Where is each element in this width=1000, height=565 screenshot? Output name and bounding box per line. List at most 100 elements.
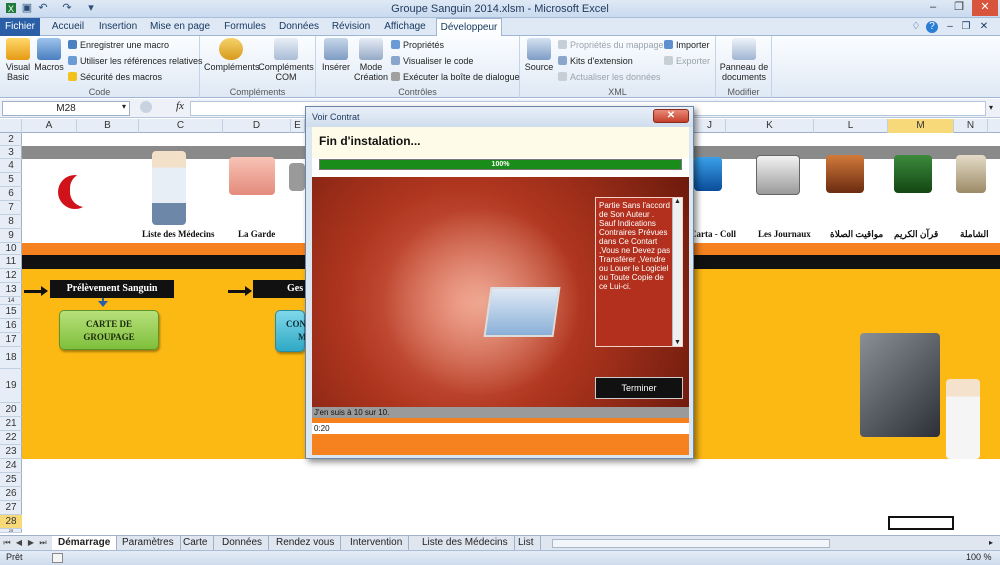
tab-developer[interactable]: Développeur bbox=[436, 18, 502, 37]
insert-control-button[interactable]: Insérer bbox=[320, 38, 352, 72]
design-mode-button[interactable]: Mode Création bbox=[354, 38, 388, 82]
notice-scrollbar[interactable]: ▲ ▼ bbox=[672, 198, 682, 346]
tab-review[interactable]: Révision bbox=[328, 18, 374, 36]
first-sheet-icon[interactable]: ⏮ bbox=[2, 538, 12, 548]
scroll-down-icon[interactable]: ▼ bbox=[673, 339, 682, 346]
row-header[interactable]: 8 bbox=[0, 215, 22, 229]
label-medecins[interactable]: Liste des Médecins bbox=[142, 229, 215, 239]
document-panel-button[interactable]: Panneau de documents bbox=[718, 38, 770, 82]
row-header[interactable]: 3 bbox=[0, 146, 22, 159]
row-header[interactable]: 29 bbox=[0, 529, 22, 533]
doc-restore-icon[interactable]: ❐ bbox=[960, 18, 972, 36]
label-carta[interactable]: Carta - Coll bbox=[690, 229, 736, 239]
column-header[interactable]: A bbox=[22, 119, 77, 133]
prev-sheet-icon[interactable]: ◀ bbox=[14, 538, 24, 547]
row-header[interactable]: 18 bbox=[0, 347, 22, 369]
macro-record-icon[interactable] bbox=[52, 553, 63, 563]
carte-groupage-button[interactable]: CARTE DE GROUPAGE bbox=[59, 310, 159, 350]
row-header[interactable]: 4 bbox=[0, 159, 22, 173]
import-button[interactable]: Importer bbox=[664, 40, 710, 50]
label-prayer-times[interactable]: مواقيت الصلاة bbox=[830, 229, 883, 240]
selected-cell[interactable] bbox=[888, 516, 954, 530]
addins-button[interactable]: Compléments bbox=[204, 38, 260, 72]
row-header[interactable]: 17 bbox=[0, 333, 22, 347]
doctor-icon[interactable] bbox=[152, 151, 186, 225]
column-header[interactable]: K bbox=[726, 119, 814, 133]
quran-icon[interactable] bbox=[894, 155, 932, 193]
row-header[interactable]: 23 bbox=[0, 445, 22, 459]
row-header[interactable]: 15 bbox=[0, 305, 22, 319]
sheet-tab-carte[interactable]: Carte bbox=[177, 536, 215, 551]
minimize-icon[interactable]: – bbox=[920, 0, 946, 16]
column-header[interactable]: J bbox=[694, 119, 726, 133]
sheet-tab-rendez-vous[interactable]: Rendez vous bbox=[270, 536, 342, 551]
restore-icon[interactable]: ❐ bbox=[946, 0, 972, 16]
column-header[interactable]: C bbox=[139, 119, 223, 133]
prayer-times-icon[interactable] bbox=[826, 155, 864, 193]
label-shamila[interactable]: الشاملة bbox=[960, 229, 989, 240]
tab-home[interactable]: Accueil bbox=[46, 18, 90, 36]
label-garde[interactable]: La Garde bbox=[238, 229, 275, 239]
tab-formulas[interactable]: Formules bbox=[220, 18, 270, 36]
view-code-button[interactable]: Visualiser le code bbox=[391, 56, 473, 66]
refresh-data-button[interactable]: Actualiser les données bbox=[558, 72, 661, 82]
macros-button[interactable]: Macros bbox=[34, 38, 64, 72]
row-header[interactable]: 5 bbox=[0, 173, 22, 187]
sheet-tab-donnees[interactable]: Données bbox=[216, 536, 270, 551]
row-header[interactable]: 10 bbox=[0, 243, 22, 255]
sheet-tab-liste-medecins[interactable]: Liste des Médecins bbox=[416, 536, 515, 551]
zoom-level[interactable]: 100 % bbox=[966, 552, 992, 562]
row-header[interactable]: 9 bbox=[0, 229, 22, 243]
finish-button[interactable]: Terminer bbox=[595, 377, 683, 399]
newspaper-icon[interactable] bbox=[756, 155, 800, 195]
row-header[interactable]: 7 bbox=[0, 201, 22, 215]
row-header[interactable]: 6 bbox=[0, 187, 22, 201]
com-addins-button[interactable]: Compléments COM bbox=[258, 38, 314, 82]
row-header[interactable]: 11 bbox=[0, 255, 22, 269]
row-header[interactable]: 12 bbox=[0, 269, 22, 283]
insert-function-icon[interactable]: fx bbox=[176, 100, 184, 112]
tab-file[interactable]: Fichier bbox=[0, 18, 40, 36]
sheet-tab-parametres[interactable]: Paramètres bbox=[116, 536, 181, 551]
expansion-packs-button[interactable]: Kits d'extension bbox=[558, 56, 633, 66]
horizontal-scrollbar[interactable] bbox=[552, 539, 830, 548]
visual-basic-button[interactable]: Visual Basic bbox=[3, 38, 33, 82]
sheet-tab-intervention[interactable]: Intervention bbox=[344, 536, 410, 551]
select-all-corner[interactable] bbox=[0, 119, 22, 133]
carta-icon[interactable] bbox=[694, 157, 722, 191]
close-icon[interactable]: ✕ bbox=[972, 0, 998, 16]
label-quran[interactable]: قرآن الكريم bbox=[894, 229, 938, 240]
name-box-dropdown-icon[interactable]: ▾ bbox=[122, 102, 126, 111]
export-button[interactable]: Exporter bbox=[664, 56, 710, 66]
column-header[interactable]: B bbox=[77, 119, 139, 133]
minimize-ribbon-icon[interactable]: ♢ bbox=[910, 18, 922, 36]
tab-page-layout[interactable]: Mise en page bbox=[148, 18, 212, 36]
row-header[interactable]: 20 bbox=[0, 403, 22, 417]
scroll-up-icon[interactable]: ▲ bbox=[673, 198, 682, 205]
consultation-button[interactable]: CON M bbox=[275, 310, 307, 352]
relative-refs-button[interactable]: Utiliser les références relatives bbox=[68, 56, 203, 66]
macro-security-button[interactable]: Sécurité des macros bbox=[68, 72, 162, 82]
column-header[interactable]: N bbox=[954, 119, 988, 133]
column-header[interactable]: D bbox=[223, 119, 291, 133]
dialog-close-button[interactable]: ✕ bbox=[653, 109, 689, 123]
doc-minimize-icon[interactable]: – bbox=[944, 18, 956, 36]
tab-view[interactable]: Affichage bbox=[380, 18, 430, 36]
column-header[interactable]: L bbox=[814, 119, 888, 133]
record-macro-button[interactable]: Enregistrer une macro bbox=[68, 40, 169, 50]
row-header[interactable]: 14 bbox=[0, 297, 22, 305]
row-header[interactable]: 22 bbox=[0, 431, 22, 445]
row-header[interactable]: 21 bbox=[0, 417, 22, 431]
row-header[interactable]: 16 bbox=[0, 319, 22, 333]
next-sheet-icon[interactable]: ▶ bbox=[26, 538, 36, 547]
sheet-tab-list[interactable]: List bbox=[512, 536, 541, 551]
row-header[interactable]: 2 bbox=[0, 133, 22, 146]
nurse-icon[interactable] bbox=[946, 379, 980, 459]
shamila-icon[interactable] bbox=[956, 155, 986, 193]
name-box[interactable]: M28 bbox=[2, 101, 130, 116]
run-dialog-button[interactable]: Exécuter la boîte de dialogue bbox=[391, 72, 520, 82]
scroll-right-icon[interactable]: ▸ bbox=[986, 538, 996, 548]
on-call-icon[interactable] bbox=[229, 157, 275, 195]
row-header[interactable]: 24 bbox=[0, 459, 22, 473]
xml-source-button[interactable]: Source bbox=[524, 38, 554, 72]
